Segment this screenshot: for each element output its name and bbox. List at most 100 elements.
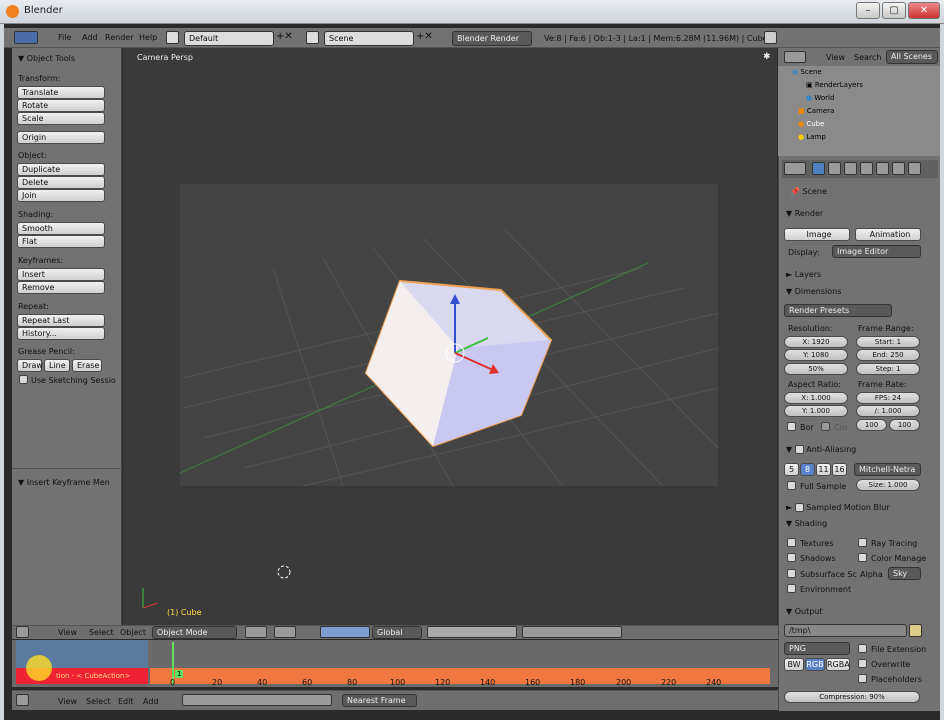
render-animation-button[interactable]: Animation <box>855 228 921 241</box>
layers-panel-header[interactable]: ► Layers <box>786 270 821 279</box>
render-image-button[interactable]: Image <box>784 228 850 241</box>
menu-view-timeline[interactable]: View <box>58 697 77 706</box>
motion-blur-panel-header[interactable]: ► Sampled Motion Blur <box>786 503 890 512</box>
outliner-item-world[interactable]: ● World <box>806 94 834 102</box>
time-new-field[interactable]: 100 <box>889 419 920 431</box>
placeholders-checkbox[interactable] <box>858 674 867 683</box>
erase-button[interactable]: Erase <box>72 359 102 372</box>
maximize-button[interactable]: ▢ <box>882 2 906 19</box>
insert-keyframe-menu-header[interactable]: ▼ Insert Keyframe Men <box>18 478 110 487</box>
outliner-item-renderlayers[interactable]: ▣ RenderLayers <box>806 81 863 89</box>
aa-filter-dropdown[interactable]: Mitchell-Netra <box>854 463 921 476</box>
3d-viewport[interactable]: Camera Persp ✱ (1) Cube <box>123 48 777 625</box>
environment-checkbox[interactable] <box>787 584 796 593</box>
outliner-item-lamp[interactable]: ● Lamp <box>798 133 826 141</box>
world-tab-icon[interactable] <box>844 162 857 175</box>
output-panel-header[interactable]: ▼ Output <box>786 607 823 616</box>
scene-field[interactable]: Scene <box>324 31 414 46</box>
aa-panel-header[interactable]: ▼ Anti-Aliasing <box>786 445 856 454</box>
outliner-search-menu[interactable]: Search <box>854 53 881 62</box>
border-checkbox[interactable] <box>787 422 796 431</box>
delete-button[interactable]: Delete <box>17 176 105 189</box>
color-manage-checkbox[interactable] <box>858 553 867 562</box>
output-path-field[interactable]: /tmp\ <box>784 624 907 637</box>
file-extension-checkbox[interactable] <box>858 644 867 653</box>
folder-icon[interactable] <box>909 624 922 637</box>
frame-step-field[interactable]: Step: 1 <box>856 363 920 375</box>
aa-checkbox[interactable] <box>794 445 804 454</box>
screen-layout-icon[interactable] <box>166 31 179 44</box>
scene-icon[interactable] <box>306 31 319 44</box>
manipulator-icons[interactable] <box>320 626 370 638</box>
add-layout-icon[interactable]: +✕ <box>276 31 293 42</box>
resolution-y-field[interactable]: Y: 1080 <box>784 349 848 361</box>
dimensions-panel-header[interactable]: ▼ Dimensions <box>786 287 841 296</box>
flat-button[interactable]: Flat <box>17 235 105 248</box>
aa-samples-5[interactable]: 5 <box>784 463 799 476</box>
color-rgba-button[interactable]: RGBA <box>826 658 850 671</box>
aa-samples-16[interactable]: 16 <box>832 463 847 476</box>
smooth-button[interactable]: Smooth <box>17 222 105 235</box>
menu-render[interactable]: Render <box>105 33 133 42</box>
scale-button[interactable]: Scale <box>17 112 105 125</box>
resolution-x-field[interactable]: X: 1920 <box>784 336 848 348</box>
render-engine-dropdown[interactable]: Blender Render <box>452 31 532 46</box>
frame-start-field[interactable]: Start: 1 <box>856 336 920 348</box>
mode-dropdown[interactable]: Object Mode <box>152 626 237 639</box>
menu-add-timeline[interactable]: Add <box>143 697 159 706</box>
color-bw-button[interactable]: BW <box>784 658 804 671</box>
menu-object-3d[interactable]: Object <box>120 628 146 637</box>
compression-field[interactable]: Compression: 90% <box>784 691 920 703</box>
display-dropdown[interactable]: Image Editor <box>832 245 921 258</box>
object-tools-header[interactable]: ▼ Object Tools <box>18 54 75 63</box>
timeline-filter-icons[interactable] <box>182 694 332 706</box>
fullscreen-icon[interactable] <box>764 31 777 44</box>
menu-edit-timeline[interactable]: Edit <box>118 697 134 706</box>
close-button[interactable]: ✕ <box>908 2 940 19</box>
menu-file[interactable]: File <box>58 33 71 42</box>
shadows-checkbox[interactable] <box>787 553 796 562</box>
outliner-item-camera[interactable]: ■ Camera <box>798 107 834 115</box>
object-tab-icon[interactable] <box>860 162 873 175</box>
rotate-button[interactable]: Rotate <box>17 99 105 112</box>
crop-checkbox[interactable] <box>821 422 830 431</box>
fps-field[interactable]: FPS: 24 <box>856 392 920 404</box>
layer-buttons[interactable] <box>427 626 517 638</box>
material-tab-icon[interactable] <box>908 162 921 175</box>
fps-base-field[interactable]: /: 1.000 <box>856 405 920 417</box>
editor-type-timeline-icon[interactable] <box>16 694 29 706</box>
line-button[interactable]: Line <box>44 359 70 372</box>
alpha-dropdown[interactable]: Sky <box>888 567 921 580</box>
render-panel-header[interactable]: ▼ Render <box>786 209 823 218</box>
menu-view-3d[interactable]: View <box>58 628 77 637</box>
file-format-dropdown[interactable]: PNG <box>784 642 850 655</box>
constraints-tab-icon[interactable] <box>876 162 889 175</box>
insert-keyframe-button[interactable]: Insert <box>17 268 105 281</box>
render-presets-dropdown[interactable]: Render Presets <box>784 304 892 317</box>
outliner-item-scene[interactable]: ◉ Scene <box>792 68 822 76</box>
aspect-y-field[interactable]: Y: 1.000 <box>784 405 848 417</box>
menu-select-timeline[interactable]: Select <box>86 697 111 706</box>
history-button[interactable]: History... <box>17 327 105 340</box>
overwrite-checkbox[interactable] <box>858 659 867 668</box>
scene-tab-icon[interactable] <box>828 162 841 175</box>
editor-type-outliner-icon[interactable] <box>784 51 806 63</box>
aa-samples-11[interactable]: 11 <box>816 463 831 476</box>
pivot-icon[interactable] <box>274 626 296 638</box>
editor-type-properties-icon[interactable] <box>784 162 806 175</box>
filter-size-field[interactable]: Size: 1.000 <box>856 479 920 491</box>
shading-mode-icon[interactable] <box>245 626 267 638</box>
editor-type-3d-icon[interactable] <box>16 626 29 638</box>
layout-field[interactable]: Default <box>184 31 274 46</box>
repeat-last-button[interactable]: Repeat Last <box>17 314 105 327</box>
menu-help[interactable]: Help <box>139 33 157 42</box>
render-tab-icon[interactable] <box>812 162 825 175</box>
textures-checkbox[interactable] <box>787 538 796 547</box>
full-sample-checkbox[interactable] <box>787 481 796 490</box>
aspect-x-field[interactable]: X: 1.000 <box>784 392 848 404</box>
add-scene-icon[interactable]: +✕ <box>416 31 433 42</box>
join-button[interactable]: Join <box>17 189 105 202</box>
orientation-dropdown[interactable]: Global <box>372 626 422 639</box>
menu-select-3d[interactable]: Select <box>89 628 114 637</box>
aa-samples-8[interactable]: 8 <box>800 463 815 476</box>
